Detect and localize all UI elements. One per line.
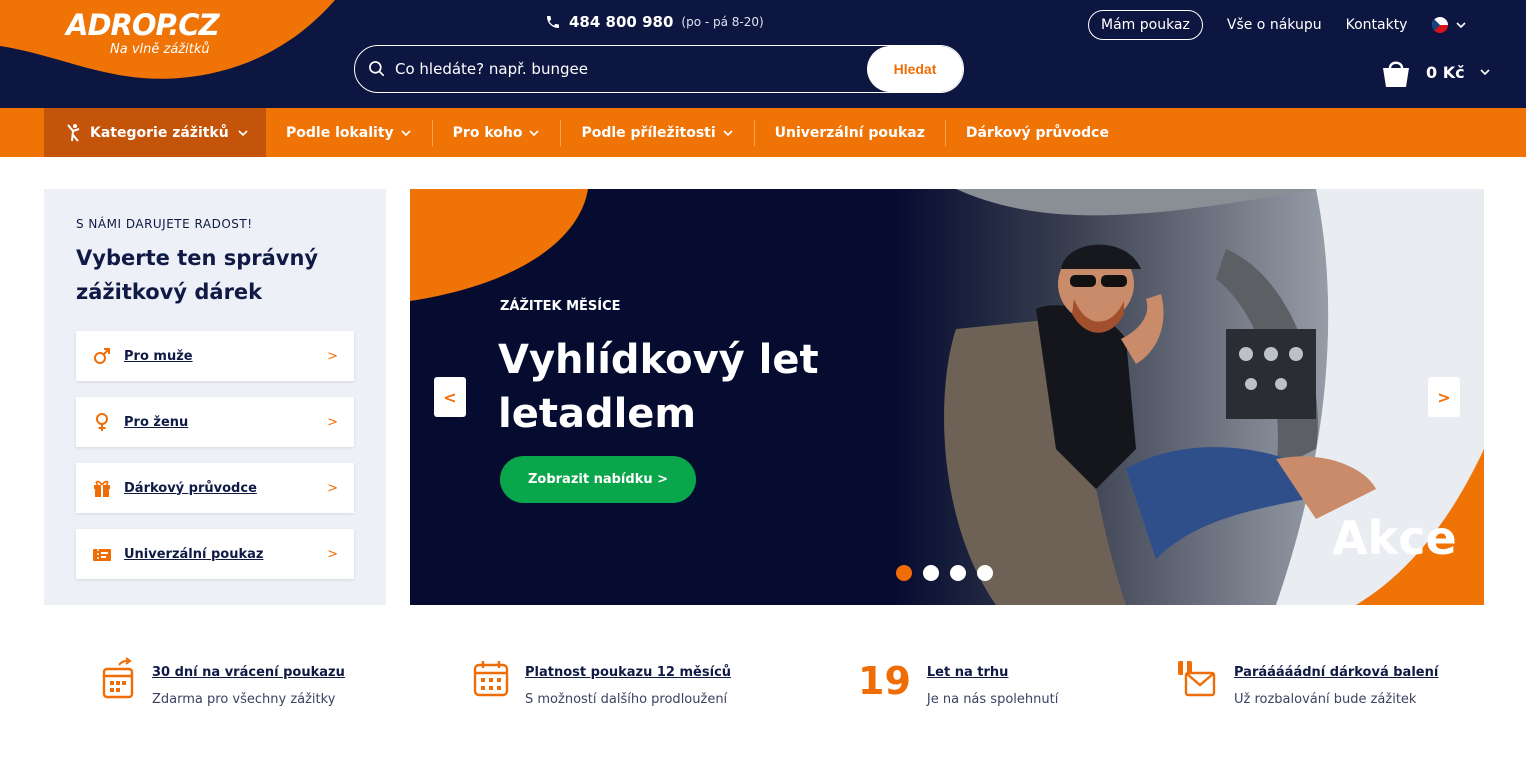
panel-list: Pro muže > Pro ženu > Dárkový průvodce >… xyxy=(76,331,354,579)
calendar-return-icon xyxy=(102,657,134,699)
nav-item-label: Podle lokality xyxy=(286,124,394,141)
benefit-validity: Platnost poukazu 12 měsíců S možností da… xyxy=(473,657,731,707)
chevron-right-icon: > xyxy=(327,546,338,562)
benefit-return: 30 dní na vrácení poukazu Zdarma pro vše… xyxy=(102,657,345,707)
nav-item-universal-voucher[interactable]: Univerzální poukaz xyxy=(755,119,946,146)
search-bar: Hledat xyxy=(354,45,964,93)
slider-dot[interactable] xyxy=(977,565,993,581)
search-icon xyxy=(369,61,385,77)
nav-item-label: Pro koho xyxy=(452,124,523,141)
about-link[interactable]: Vše o nákupu xyxy=(1227,17,1322,33)
phone-hours: (po - pá 8-20) xyxy=(681,15,764,29)
nav-item-label: Podle příležitosti xyxy=(581,124,716,141)
phone-number: 484 800 980 xyxy=(569,13,674,31)
hero-badge: Akce xyxy=(1332,511,1457,565)
chevron-right-icon: > xyxy=(1437,387,1451,407)
flag-cz-icon xyxy=(1432,17,1449,33)
nav-item-gift-guide[interactable]: Dárkový průvodce xyxy=(946,120,1129,146)
panel-kicker: S NÁMI DARUJETE RADOST! xyxy=(76,217,253,231)
hero-kicker: ZÁŽITEK MĚSÍCE xyxy=(500,299,621,314)
benefit-subtitle: Zdarma pro všechny zážitky xyxy=(152,692,336,707)
benefit-title[interactable]: Let na trhu xyxy=(927,665,1058,680)
panel-title: Vyberte ten správný zážitkový dárek xyxy=(76,246,319,304)
gift-box-icon xyxy=(1178,661,1216,697)
panel-item-universal-voucher[interactable]: Univerzální poukaz > xyxy=(76,529,354,579)
voucher-icon xyxy=(93,549,111,561)
chevron-down-icon xyxy=(1456,22,1467,29)
panel-item-label: Univerzální poukaz xyxy=(124,546,264,562)
chevron-down-icon xyxy=(529,129,540,136)
nav-items: Podle lokality Pro koho Podle příležitos… xyxy=(266,108,1129,157)
benefit-title[interactable]: Platnost poukazu 12 měsíců xyxy=(525,665,731,680)
person-jump-icon xyxy=(67,123,80,142)
male-symbol-icon xyxy=(94,348,110,364)
panel-item-label: Dárkový průvodce xyxy=(124,480,257,496)
cart-total: 0 Kč xyxy=(1426,62,1465,82)
slider-prev-button[interactable]: < xyxy=(434,377,466,417)
slider-dot[interactable] xyxy=(896,565,912,581)
category-menu-button[interactable]: Kategorie zážitků xyxy=(44,108,266,157)
search-button[interactable]: Hledat xyxy=(867,46,963,92)
hero-title: Vyhlídkový let letadlem xyxy=(498,337,819,437)
logo-tagline: Na vlně zážitků xyxy=(110,42,210,57)
benefit-big-number: 19 xyxy=(858,659,911,703)
benefit-title[interactable]: 30 dní na vrácení poukazu xyxy=(152,665,345,680)
slider-dot[interactable] xyxy=(950,565,966,581)
calendar-icon xyxy=(473,661,509,697)
nav-item-label: Dárkový průvodce xyxy=(965,124,1109,141)
female-symbol-icon xyxy=(96,413,108,431)
panel-item-gift-guide[interactable]: Dárkový průvodce > xyxy=(76,463,354,513)
chevron-right-icon: > xyxy=(327,414,338,430)
top-links: Mám poukaz Vše o nákupu Kontakty xyxy=(1088,10,1467,40)
site-logo[interactable]: ADROP.CZ xyxy=(66,8,220,42)
nav-item-label: Univerzální poukaz xyxy=(774,124,925,141)
panel-item-label: Pro ženu xyxy=(124,414,189,430)
benefit-subtitle: Je na nás spolehnutí xyxy=(926,692,1059,707)
chevron-left-icon: < xyxy=(443,387,457,407)
category-menu-label: Kategorie zážitků xyxy=(90,124,229,141)
voucher-button[interactable]: Mám poukaz xyxy=(1088,10,1203,40)
chevron-down-icon xyxy=(723,129,733,136)
benefit-title[interactable]: Parááááádní dárková balení xyxy=(1234,665,1438,680)
panel-item-women[interactable]: Pro ženu > xyxy=(76,397,354,447)
nav-item-location[interactable]: Podle lokality xyxy=(266,119,433,146)
nav-item-occasion[interactable]: Podle příležitosti xyxy=(561,119,755,146)
chevron-down-icon xyxy=(401,129,411,136)
hero-orange-wave xyxy=(410,189,588,301)
benefit-years: 19 Let na trhu Je na nás spolehnutí xyxy=(858,657,1058,707)
chevron-right-icon: > xyxy=(327,480,338,496)
main-navigation: Kategorie zážitků Podle lokality Pro koh… xyxy=(0,108,1526,157)
benefit-subtitle: S možností dalšího prodloužení xyxy=(525,692,728,707)
site-header: ADROP.CZ Na vlně zážitků 484 800 980 (po… xyxy=(0,0,1526,108)
panel-item-men[interactable]: Pro muže > xyxy=(76,331,354,381)
cart-button[interactable]: 0 Kč xyxy=(1380,55,1491,89)
contacts-link[interactable]: Kontakty xyxy=(1346,17,1408,33)
phone-contact[interactable]: 484 800 980 (po - pá 8-20) xyxy=(545,13,764,31)
slider-dot[interactable] xyxy=(923,565,939,581)
gift-selector-panel: S NÁMI DARUJETE RADOST! Vyberte ten sprá… xyxy=(44,189,386,605)
language-switcher[interactable] xyxy=(1431,16,1467,34)
panel-item-label: Pro muže xyxy=(124,348,193,364)
hero-slider: ZÁŽITEK MĚSÍCE Vyhlídkový let letadlem Z… xyxy=(410,189,1484,605)
phone-icon xyxy=(547,16,559,28)
hero-cta-button[interactable]: Zobrazit nabídku > xyxy=(500,456,696,503)
chevron-down-icon xyxy=(1480,69,1490,76)
benefit-subtitle: Už rozbalování bude zážitek xyxy=(1234,692,1417,707)
benefit-packaging: Parááááádní dárková balení Už rozbalován… xyxy=(1174,657,1438,707)
chevron-right-icon: > xyxy=(327,348,338,364)
slider-next-button[interactable]: > xyxy=(1428,377,1460,417)
chevron-down-icon xyxy=(238,129,248,136)
cart-icon xyxy=(1383,61,1409,87)
gift-icon xyxy=(94,480,110,497)
slider-dots xyxy=(896,565,993,581)
search-input[interactable] xyxy=(387,60,867,78)
nav-item-for-whom[interactable]: Pro koho xyxy=(433,119,562,146)
